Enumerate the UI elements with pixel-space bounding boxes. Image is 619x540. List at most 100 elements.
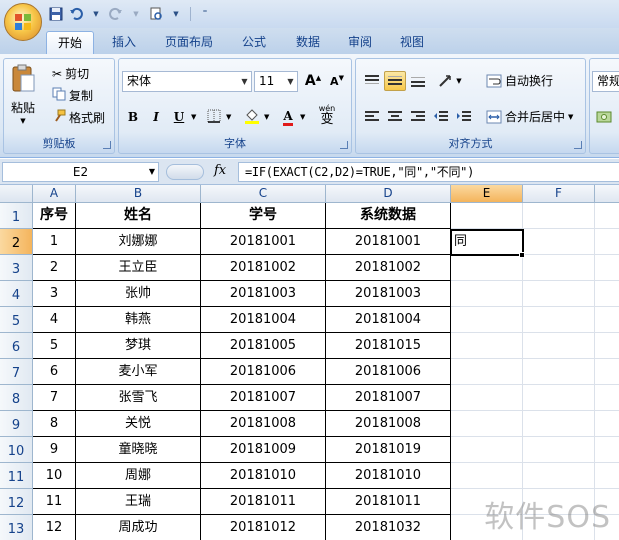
align-right-button[interactable] [407, 107, 429, 127]
cell-B3[interactable]: 王立臣 [76, 255, 201, 281]
undo-icon[interactable] [68, 6, 84, 22]
cell-B2[interactable]: 刘娜娜 [76, 229, 201, 255]
cell-D5[interactable]: 20181004 [326, 307, 451, 333]
formula-bar-splitter[interactable] [166, 164, 204, 180]
cell-F3[interactable] [523, 255, 595, 281]
cell-G11[interactable] [595, 463, 619, 489]
chevron-down-icon[interactable]: ▼ [238, 72, 251, 91]
cell-A10[interactable]: 9 [33, 437, 76, 463]
column-header-e[interactable]: E [451, 185, 523, 203]
italic-button[interactable]: I [145, 107, 167, 127]
cell-C2[interactable]: 20181001 [201, 229, 326, 255]
row-header[interactable]: 11 [0, 463, 33, 489]
row-header[interactable]: 12 [0, 489, 33, 515]
row-header[interactable]: 5 [0, 307, 33, 333]
chevron-down-icon[interactable]: ▼ [284, 72, 297, 91]
cell-C9[interactable]: 20181008 [201, 411, 326, 437]
cell-D8[interactable]: 20181007 [326, 385, 451, 411]
column-header-f[interactable]: F [523, 185, 595, 203]
cell-D10[interactable]: 20181019 [326, 437, 451, 463]
cell-D1[interactable]: 系统数据 [326, 203, 451, 229]
cell-E10[interactable] [451, 437, 523, 463]
shrink-font-button[interactable]: A ▼ [326, 71, 348, 91]
cell-B12[interactable]: 王瑞 [76, 489, 201, 515]
cell-E9[interactable] [451, 411, 523, 437]
merge-center-button[interactable]: 合并后居中 ▼ [486, 108, 573, 125]
underline-button[interactable]: U [168, 107, 190, 127]
cell-E1[interactable] [451, 203, 523, 229]
tab-view[interactable]: 视图 [390, 31, 434, 54]
cell-E11[interactable] [451, 463, 523, 489]
cell-D7[interactable]: 20181006 [326, 359, 451, 385]
cell-C7[interactable]: 20181006 [201, 359, 326, 385]
row-header[interactable]: 10 [0, 437, 33, 463]
cell-A7[interactable]: 6 [33, 359, 76, 385]
cell-F9[interactable] [523, 411, 595, 437]
worksheet-grid[interactable]: A B C D E F 1 序号 姓名 学号 系统数据 2 1 刘娜娜 20181001 2018… [0, 185, 619, 540]
grow-font-button[interactable]: A ▲ [302, 71, 324, 91]
chevron-down-icon[interactable]: ▼ [226, 113, 231, 121]
cell-C12[interactable]: 20181011 [201, 489, 326, 515]
cell-E5[interactable] [451, 307, 523, 333]
align-top-button[interactable] [361, 71, 383, 91]
cell-G3[interactable] [595, 255, 619, 281]
cell-C10[interactable]: 20181009 [201, 437, 326, 463]
customize-qat-icon[interactable]: ⁼ [197, 6, 213, 22]
cell-G9[interactable] [595, 411, 619, 437]
phonetic-button[interactable]: wén 变 [312, 103, 342, 129]
cell-G8[interactable] [595, 385, 619, 411]
cell-E8[interactable] [451, 385, 523, 411]
cell-B9[interactable]: 关悦 [76, 411, 201, 437]
redo-icon[interactable] [108, 6, 124, 22]
dialog-launcher-icon[interactable] [340, 141, 348, 149]
font-color-button[interactable]: A [277, 107, 299, 127]
paste-button[interactable]: 粘贴 ▼ [10, 63, 36, 125]
borders-button[interactable] [203, 107, 225, 127]
cell-C13[interactable]: 20181012 [201, 515, 326, 540]
row-header[interactable]: 2 [0, 229, 33, 255]
font-name-combobox[interactable]: 宋体 ▼ [122, 71, 252, 92]
cut-button[interactable]: ✂ 剪切 [52, 65, 89, 82]
bold-button[interactable]: B [122, 107, 144, 127]
dropdown-icon[interactable]: ▼ [88, 6, 104, 22]
row-header[interactable]: 7 [0, 359, 33, 385]
formula-input[interactable]: =IF(EXACT(C2,D2)=TRUE,"同","不同") [238, 162, 619, 182]
cell-E3[interactable] [451, 255, 523, 281]
name-box[interactable]: E2 ▼ [2, 162, 159, 182]
column-header-c[interactable]: C [201, 185, 326, 203]
decrease-indent-button[interactable] [430, 107, 452, 127]
cell-A3[interactable]: 2 [33, 255, 76, 281]
cell-F11[interactable] [523, 463, 595, 489]
chevron-down-icon[interactable]: ▼ [191, 113, 196, 121]
chevron-down-icon[interactable]: ▼ [300, 113, 305, 121]
column-header-d[interactable]: D [326, 185, 451, 203]
cell-B13[interactable]: 周成功 [76, 515, 201, 540]
row-header[interactable]: 8 [0, 385, 33, 411]
cell-C3[interactable]: 20181002 [201, 255, 326, 281]
cell-F4[interactable] [523, 281, 595, 307]
insert-function-button[interactable]: fx [214, 163, 226, 178]
chevron-down-icon[interactable]: ▼ [149, 163, 155, 181]
tab-home[interactable]: 开始 [46, 31, 94, 54]
cell-G2[interactable] [595, 229, 619, 255]
font-size-combobox[interactable]: 11 ▼ [254, 71, 298, 92]
cell-D9[interactable]: 20181008 [326, 411, 451, 437]
cell-F2[interactable] [523, 229, 595, 255]
cell-A11[interactable]: 10 [33, 463, 76, 489]
cell-B7[interactable]: 麦小军 [76, 359, 201, 385]
dialog-launcher-icon[interactable] [574, 141, 582, 149]
cell-E4[interactable] [451, 281, 523, 307]
cell-D4[interactable]: 20181003 [326, 281, 451, 307]
cell-A4[interactable]: 3 [33, 281, 76, 307]
row-header[interactable]: 13 [0, 515, 33, 540]
cell-G10[interactable] [595, 437, 619, 463]
row-header[interactable]: 3 [0, 255, 33, 281]
cell-D12[interactable]: 20181011 [326, 489, 451, 515]
cell-E2[interactable]: 同 [451, 229, 523, 255]
cell-C8[interactable]: 20181007 [201, 385, 326, 411]
orientation-button[interactable]: ▼ [436, 71, 464, 91]
cell-F6[interactable] [523, 333, 595, 359]
cell-C6[interactable]: 20181005 [201, 333, 326, 359]
cell-D11[interactable]: 20181010 [326, 463, 451, 489]
print-preview-icon[interactable] [148, 6, 164, 22]
